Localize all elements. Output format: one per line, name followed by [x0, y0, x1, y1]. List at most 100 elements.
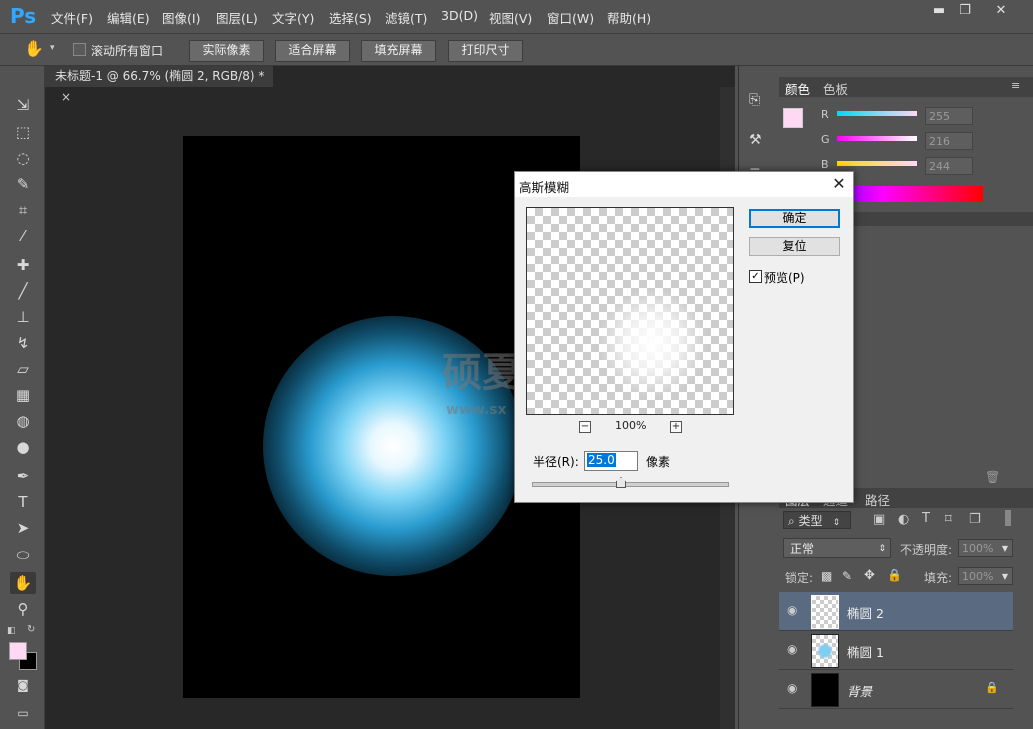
chevron-down-icon: ⇕: [832, 518, 841, 528]
stamp-tool-icon[interactable]: ⊥: [10, 306, 36, 328]
tab-color[interactable]: 颜色: [785, 79, 810, 98]
quick-mask-icon[interactable]: ◙: [10, 674, 36, 696]
type-tool-icon[interactable]: T: [10, 491, 36, 513]
menu-file[interactable]: 文件(F): [51, 8, 93, 27]
hand-tool-active-icon[interactable]: ✋: [10, 572, 36, 594]
menu-view[interactable]: 视图(V): [489, 8, 532, 27]
layer-name[interactable]: 椭圆 1: [847, 642, 884, 661]
fill-screen-button[interactable]: 填充屏幕: [361, 40, 436, 62]
filter-type-icon[interactable]: T: [922, 511, 930, 526]
zoom-in-button[interactable]: +: [670, 421, 682, 433]
scroll-all-label: 滚动所有窗口: [91, 44, 164, 58]
lock-all-icon[interactable]: 🔒: [887, 568, 902, 582]
scroll-all-checkbox[interactable]: [73, 43, 86, 56]
move-tool-icon[interactable]: ⇲: [10, 94, 36, 116]
eyedropper-tool-icon[interactable]: ⁄: [10, 225, 36, 247]
menu-help[interactable]: 帮助(H): [607, 8, 651, 27]
visibility-eye-icon[interactable]: ◉: [787, 642, 797, 656]
lock-position-icon[interactable]: ✥: [864, 568, 875, 583]
filter-pixel-icon[interactable]: ▣: [873, 512, 885, 527]
tab-paths[interactable]: 路径: [865, 490, 890, 509]
layer-name[interactable]: 椭圆 2: [847, 603, 884, 622]
healing-brush-tool-icon[interactable]: ✚: [10, 254, 36, 276]
trash-icon[interactable]: 🗑: [985, 470, 1000, 484]
lasso-tool-icon[interactable]: ◌: [10, 147, 36, 169]
menu-layer[interactable]: 图层(L): [216, 8, 258, 27]
menu-3d[interactable]: 3D(D): [441, 8, 478, 23]
marquee-tool-icon[interactable]: ⬚: [10, 121, 36, 143]
history-brush-tool-icon[interactable]: ↯: [10, 332, 36, 354]
history-panel-icon[interactable]: ⎘: [749, 92, 760, 108]
document-tab-close-icon[interactable]: ×: [61, 90, 71, 104]
menu-window[interactable]: 窗口(W): [547, 8, 594, 27]
layer-row-background[interactable]: ◉ 背景 🔒: [779, 670, 1013, 709]
layer-name[interactable]: 背景: [847, 681, 872, 700]
opacity-input[interactable]: 100% ▼: [958, 539, 1013, 557]
filter-toggle-switch[interactable]: [1005, 510, 1011, 526]
menu-filter[interactable]: 滤镜(T): [385, 8, 427, 27]
print-size-button[interactable]: 打印尺寸: [448, 40, 523, 62]
eraser-tool-icon[interactable]: ▱: [10, 358, 36, 380]
channel-g-slider[interactable]: [837, 136, 917, 141]
menu-select[interactable]: 选择(S): [329, 8, 372, 27]
fit-screen-button[interactable]: 适合屏幕: [275, 40, 350, 62]
quick-select-tool-icon[interactable]: ✎: [10, 173, 36, 195]
channel-b-value[interactable]: 244: [925, 157, 973, 175]
color-panel-foreground[interactable]: [783, 108, 803, 128]
panel-menu-icon[interactable]: ≡: [1011, 79, 1020, 92]
layer-row-ellipse-2[interactable]: ◉ 椭圆 2: [779, 592, 1013, 631]
blend-mode-select[interactable]: 正常 ⇕: [783, 538, 891, 558]
preview-zoom-level: 100%: [615, 419, 647, 432]
actual-pixels-button[interactable]: 实际像素: [189, 40, 264, 62]
layer-row-ellipse-1[interactable]: ◉ 椭圆 1: [779, 631, 1013, 670]
hand-tool-icon[interactable]: ✋: [24, 39, 44, 58]
ellipse-tool-icon[interactable]: ⬭: [10, 544, 36, 566]
restore-button[interactable]: ❐: [950, 2, 980, 20]
swap-colors-icon[interactable]: ↻: [27, 624, 35, 635]
tool-presets-panel-icon[interactable]: ⚒: [749, 132, 762, 148]
menu-type[interactable]: 文字(Y): [272, 8, 314, 27]
lock-transparent-icon[interactable]: ▩: [821, 569, 832, 583]
channel-r-value[interactable]: 255: [925, 107, 973, 125]
screen-mode-icon[interactable]: ▭: [10, 702, 36, 724]
blur-tool-icon[interactable]: ◍: [10, 410, 36, 432]
preview-glow: [597, 288, 707, 398]
gradient-tool-icon[interactable]: ▦: [10, 384, 36, 406]
dialog-close-icon[interactable]: ✕: [829, 174, 849, 194]
pen-tool-icon[interactable]: ✒: [10, 465, 36, 487]
filter-adjustment-icon[interactable]: ◐: [898, 512, 909, 527]
filter-smart-object-icon[interactable]: ❐: [969, 512, 981, 527]
default-colors-icon[interactable]: ◧: [7, 626, 16, 636]
lock-image-icon[interactable]: ✎: [842, 569, 852, 583]
radius-slider-thumb[interactable]: [616, 477, 626, 488]
filter-shape-icon[interactable]: ⌑: [945, 512, 952, 527]
document-tab[interactable]: 未标题-1 @ 66.7% (椭圆 2, RGB/8) * ×: [45, 66, 273, 104]
channel-b-slider[interactable]: [837, 161, 917, 166]
tool-preset-chevron-icon[interactable]: ▾: [50, 43, 55, 53]
fill-input[interactable]: 100% ▼: [958, 567, 1013, 585]
channel-r-slider[interactable]: [837, 111, 917, 116]
crop-tool-icon[interactable]: ⌗: [10, 199, 36, 221]
brush-tool-icon[interactable]: ╱: [10, 280, 36, 302]
channel-g-value[interactable]: 216: [925, 132, 973, 150]
blur-preview[interactable]: [526, 207, 734, 415]
radius-input[interactable]: 25.0: [584, 451, 638, 471]
path-select-tool-icon[interactable]: ➤: [10, 517, 36, 539]
close-window-button[interactable]: ✕: [986, 2, 1016, 20]
visibility-eye-icon[interactable]: ◉: [787, 681, 797, 695]
layer-filter-select[interactable]: ⌕ 类型 ⇕: [783, 511, 851, 529]
tab-swatches[interactable]: 色板: [823, 79, 848, 98]
ok-button[interactable]: 确定: [749, 209, 840, 228]
blend-mode-value: 正常: [790, 542, 815, 556]
dodge-tool-icon[interactable]: ●: [10, 436, 36, 458]
menu-edit[interactable]: 编辑(E): [107, 8, 150, 27]
reset-button[interactable]: 复位: [749, 237, 840, 256]
visibility-eye-icon[interactable]: ◉: [787, 603, 797, 617]
menu-image[interactable]: 图像(I): [162, 8, 200, 27]
zoom-out-button[interactable]: −: [579, 421, 591, 433]
radius-slider-track[interactable]: [532, 482, 729, 487]
preview-checkbox[interactable]: ✓: [749, 270, 762, 283]
foreground-color-swatch[interactable]: [9, 642, 27, 660]
zoom-tool-icon[interactable]: ⚲: [10, 598, 36, 620]
menu-bar: Ps 文件(F) 编辑(E) 图像(I) 图层(L) 文字(Y) 选择(S) 滤…: [0, 0, 1033, 32]
